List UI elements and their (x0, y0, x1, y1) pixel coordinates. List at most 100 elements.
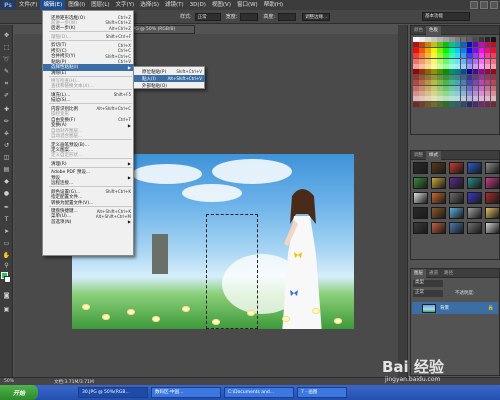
color-swatch[interactable] (436, 74, 443, 80)
color-swatch[interactable] (472, 101, 479, 107)
color-swatch[interactable] (442, 53, 449, 59)
style-swatch[interactable] (431, 177, 446, 189)
color-swatch[interactable] (424, 42, 431, 48)
color-swatch[interactable] (436, 47, 443, 53)
color-swatch[interactable] (460, 101, 467, 107)
color-swatch[interactable] (448, 69, 455, 75)
color-swatch[interactable] (430, 58, 437, 64)
color-swatch[interactable] (448, 47, 455, 53)
color-swatch[interactable] (436, 101, 443, 107)
color-swatch[interactable] (430, 80, 437, 86)
height-field[interactable] (278, 12, 297, 21)
quick-mask-icon[interactable]: ◙ (2, 291, 11, 300)
color-swatch[interactable] (478, 69, 485, 75)
color-swatch[interactable] (430, 47, 437, 53)
color-swatch[interactable] (454, 90, 461, 96)
color-swatch[interactable] (454, 69, 461, 75)
color-swatch[interactable] (424, 63, 431, 69)
dodge-tool-icon[interactable]: ● (2, 189, 11, 198)
color-swatch[interactable] (413, 37, 419, 42)
style-swatch[interactable] (413, 207, 428, 219)
pen-tool-icon[interactable]: ✒ (2, 203, 11, 212)
color-swatch[interactable] (448, 85, 455, 91)
taskbar-item-photoshop[interactable]: 30.JPG @ 50%(RGB... (78, 387, 148, 398)
color-swatch[interactable] (466, 101, 473, 107)
style-swatch[interactable] (449, 192, 464, 204)
color-swatch[interactable] (460, 58, 467, 64)
lasso-tool-icon[interactable]: ➰ (2, 55, 11, 64)
style-swatch[interactable] (467, 207, 482, 219)
color-swatch[interactable] (454, 47, 461, 53)
color-swatch[interactable] (460, 96, 467, 102)
layer-row-background[interactable]: 背景 🔒 (412, 302, 498, 314)
color-swatch[interactable] (460, 42, 467, 48)
color-swatch[interactable] (484, 58, 491, 64)
color-swatch[interactable] (418, 69, 425, 75)
color-swatch[interactable] (413, 101, 419, 107)
color-swatch[interactable] (466, 96, 473, 102)
color-swatch[interactable] (436, 85, 443, 91)
color-swatch[interactable] (460, 74, 467, 80)
color-swatch[interactable] (478, 37, 485, 42)
style-select[interactable]: 正常 (194, 12, 221, 21)
menu-layer[interactable]: 图层(L) (88, 0, 112, 10)
color-swatch[interactable] (430, 101, 437, 107)
color-swatch[interactable] (472, 69, 479, 75)
color-swatch[interactable] (454, 53, 461, 59)
color-swatch[interactable] (430, 53, 437, 59)
color-swatch[interactable] (466, 63, 473, 69)
color-swatch[interactable] (424, 53, 431, 59)
style-swatch[interactable] (449, 177, 464, 189)
tab-swatches[interactable]: 色板 (426, 25, 441, 35)
refine-edge-button[interactable]: 调整边缘... (302, 12, 331, 21)
color-swatch[interactable] (436, 63, 443, 69)
color-swatch[interactable] (454, 37, 461, 42)
submenu-item[interactable]: 外部粘贴(O) (134, 82, 205, 89)
color-swatch[interactable] (466, 69, 473, 75)
color-swatch[interactable] (413, 90, 419, 96)
style-swatch[interactable] (467, 192, 482, 204)
maximize-button[interactable] (480, 1, 488, 9)
color-swatch[interactable] (448, 101, 455, 107)
color-swatch[interactable] (430, 69, 437, 75)
color-swatch[interactable] (484, 74, 491, 80)
color-swatch[interactable] (490, 80, 497, 86)
color-swatch[interactable] (448, 53, 455, 59)
color-swatch[interactable] (418, 80, 425, 86)
color-swatch[interactable] (448, 63, 455, 69)
color-swatch[interactable] (478, 74, 485, 80)
color-swatch[interactable] (454, 96, 461, 102)
color-swatch[interactable] (472, 63, 479, 69)
color-swatch[interactable] (442, 42, 449, 48)
color-swatch[interactable] (460, 85, 467, 91)
screen-mode-icon[interactable]: ▣ (2, 305, 11, 314)
blend-mode-select[interactable]: 正常 (413, 290, 443, 297)
style-swatch[interactable] (449, 207, 464, 219)
color-swatch[interactable] (448, 37, 455, 42)
color-swatch[interactable] (418, 47, 425, 53)
taskbar-item-explorer[interactable]: C:\Documents and... (224, 387, 294, 398)
color-swatch[interactable] (454, 74, 461, 80)
swatch-grid[interactable] (413, 37, 497, 107)
color-swatch[interactable] (436, 90, 443, 96)
color-swatch[interactable] (413, 96, 419, 102)
color-swatch[interactable] (418, 58, 425, 64)
color-swatch[interactable] (430, 96, 437, 102)
quick-select-tool-icon[interactable]: ✎ (2, 67, 11, 76)
color-swatch[interactable] (436, 53, 443, 59)
close-button[interactable] (490, 1, 498, 9)
style-swatch[interactable] (485, 207, 500, 219)
color-swatch[interactable] (484, 90, 491, 96)
style-swatch[interactable] (485, 192, 500, 204)
color-swatch[interactable] (466, 42, 473, 48)
color-swatch[interactable] (460, 47, 467, 53)
workspace-select[interactable]: 基本功能 (422, 12, 470, 21)
color-swatch[interactable] (413, 47, 419, 53)
color-swatch[interactable] (448, 74, 455, 80)
style-swatch[interactable] (413, 177, 428, 189)
color-swatch[interactable] (478, 96, 485, 102)
clone-stamp-tool-icon[interactable]: ⎈ (2, 129, 11, 138)
color-swatch[interactable] (424, 96, 431, 102)
color-swatch[interactable] (430, 85, 437, 91)
tab-layers[interactable]: 图层 (411, 268, 426, 278)
